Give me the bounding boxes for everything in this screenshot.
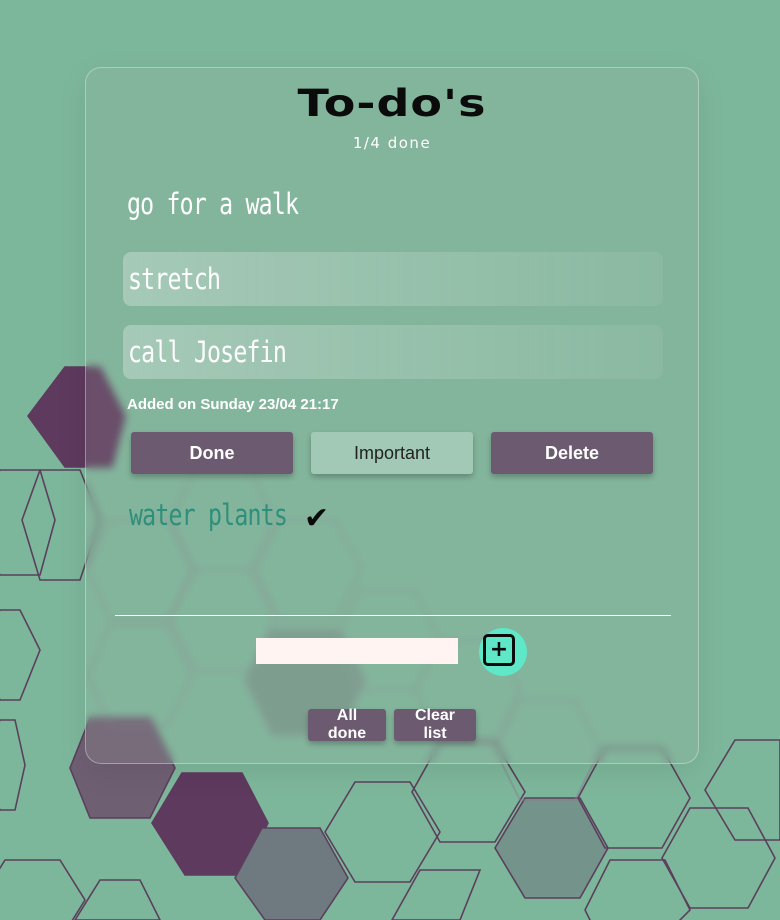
added-timestamp: Added on Sunday 23/04 21:17 (127, 396, 339, 413)
hexagon (584, 859, 691, 920)
todo-item-text: water plants (129, 498, 288, 532)
hexagon (0, 719, 26, 811)
hexagon (704, 739, 780, 841)
delete-button[interactable]: Delete (491, 432, 653, 474)
new-task-input[interactable] (256, 638, 458, 664)
todo-item-text: go for a walk (127, 187, 299, 221)
todo-item[interactable]: stretch (123, 252, 663, 306)
done-button[interactable]: Done (131, 432, 293, 474)
add-task-button[interactable]: + (479, 628, 527, 676)
todo-card: To-do's 1/4 done go for a walk stretch c… (85, 67, 699, 764)
todo-item[interactable]: go for a walk (127, 187, 341, 221)
checkmark-icon: ✔ (304, 501, 330, 536)
hexagon (0, 859, 86, 920)
divider (115, 615, 671, 616)
todo-item-selected[interactable]: call Josefin (123, 325, 663, 379)
todo-item-text: stretch (128, 262, 221, 296)
hexagon (391, 869, 482, 920)
hexagon (0, 469, 56, 576)
page-title: To-do's (297, 80, 487, 126)
hexagon (661, 807, 776, 909)
hexagon (74, 879, 161, 920)
todo-item-done[interactable]: water plants (129, 498, 327, 532)
progress-text: 1/4 done (352, 134, 432, 152)
todo-item-text: call Josefin (128, 335, 287, 369)
plus-square-icon: + (483, 634, 515, 666)
hexagon (0, 609, 41, 701)
clear-list-button[interactable]: Clear list (394, 707, 476, 742)
all-done-button[interactable]: All done (308, 707, 386, 742)
important-button[interactable]: Important (311, 432, 473, 474)
